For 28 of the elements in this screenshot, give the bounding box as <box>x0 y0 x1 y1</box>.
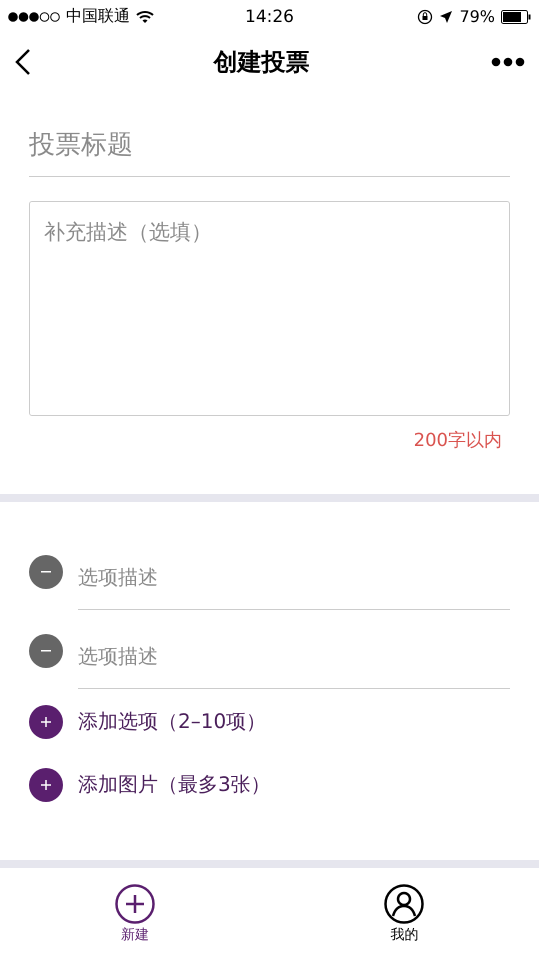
minus-icon <box>41 570 51 572</box>
carrier-name: 中国联通 <box>66 6 130 27</box>
minus-icon <box>41 650 51 652</box>
description-field[interactable]: 补充描述（选填） <box>29 201 510 416</box>
clock-time: 14:26 <box>245 6 294 26</box>
wifi-icon <box>136 10 154 24</box>
more-icon[interactable] <box>491 56 525 66</box>
add-link[interactable]: 添加图片（最多3张） <box>78 771 271 798</box>
add-button[interactable] <box>29 768 63 802</box>
user-icon <box>384 884 424 924</box>
plus-icon <box>41 780 51 790</box>
battery-percent: 79% <box>459 7 495 26</box>
tab-bar-item[interactable]: 新建 <box>0 868 270 960</box>
signal-icon <box>8 12 60 22</box>
character-limit: 200字以内 <box>414 429 502 452</box>
title-field[interactable]: 投票标题 <box>29 130 510 177</box>
back-icon[interactable] <box>14 48 32 76</box>
plus-circle-icon <box>114 884 155 924</box>
add-button[interactable] <box>29 704 63 738</box>
location-arrow-icon <box>439 10 454 24</box>
page-title: 创建投票 <box>214 46 310 78</box>
remove-option-button[interactable] <box>29 554 63 588</box>
add-link[interactable]: 添加选项（2–10项） <box>78 708 266 735</box>
plus-icon <box>41 716 51 726</box>
rotation-lock-icon <box>417 8 434 24</box>
battery-icon <box>501 10 531 24</box>
tab-bar-item[interactable]: 我的 <box>270 868 539 960</box>
remove-option-button[interactable] <box>29 634 63 668</box>
